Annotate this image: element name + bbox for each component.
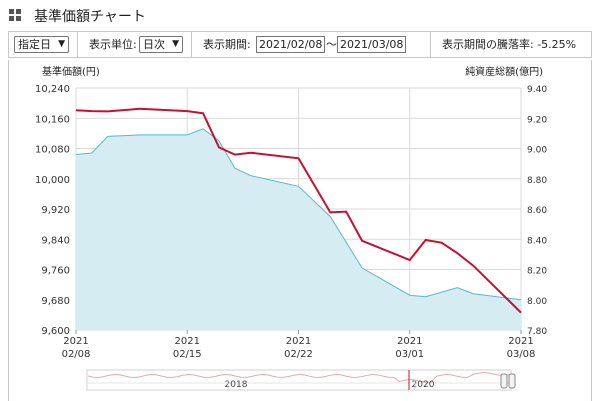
x-tick-year: 2021 <box>286 336 311 347</box>
y-right-tick-label: 8.80 <box>527 176 547 186</box>
x-tick-year: 2021 <box>175 336 200 347</box>
right-axis-title: 純資産総額(億円) <box>465 65 543 78</box>
y-right-tick-label: 9.00 <box>527 146 547 156</box>
x-tick-year: 2021 <box>63 336 88 347</box>
y-left-tick-label: 10,000 <box>35 175 70 186</box>
y-left-tick-label: 10,080 <box>35 145 70 156</box>
y-left-tick-label: 9,760 <box>41 266 70 277</box>
y-left-tick-label: 9,840 <box>41 235 70 246</box>
y-left-tick-label: 9,920 <box>41 205 70 216</box>
y-right-tick-label: 8.60 <box>527 206 547 216</box>
y-right-tick-label: 8.00 <box>527 297 547 307</box>
x-tick-year: 2021 <box>508 336 533 347</box>
y-left-tick-label: 9,680 <box>41 296 70 307</box>
y-right-tick-label: 9.40 <box>527 85 547 95</box>
x-tick-date: 03/08 <box>507 349 536 360</box>
x-tick-year: 2021 <box>397 336 422 347</box>
x-tick-date: 02/08 <box>62 349 91 360</box>
y-left-tick-label: 10,160 <box>35 114 70 125</box>
y-right-tick-label: 8.20 <box>527 267 547 277</box>
x-tick-date: 02/22 <box>284 349 313 360</box>
x-tick-date: 02/15 <box>173 349 202 360</box>
navigator-handle-left[interactable] <box>500 373 508 389</box>
price-chart: 基準価額(円) 純資産総額(億円) 10,240 9.40 10,160 9.20 10… <box>35 65 547 391</box>
navigator-panel <box>86 369 512 391</box>
y-right-tick-label: 9.20 <box>527 115 547 125</box>
y-right-tick-label: 8.40 <box>527 236 547 246</box>
y-left-tick-label: 10,240 <box>35 84 70 95</box>
navigator-handle-right[interactable] <box>508 373 516 389</box>
left-axis-title: 基準価額(円) <box>42 65 100 78</box>
x-tick-date: 03/01 <box>395 349 424 360</box>
